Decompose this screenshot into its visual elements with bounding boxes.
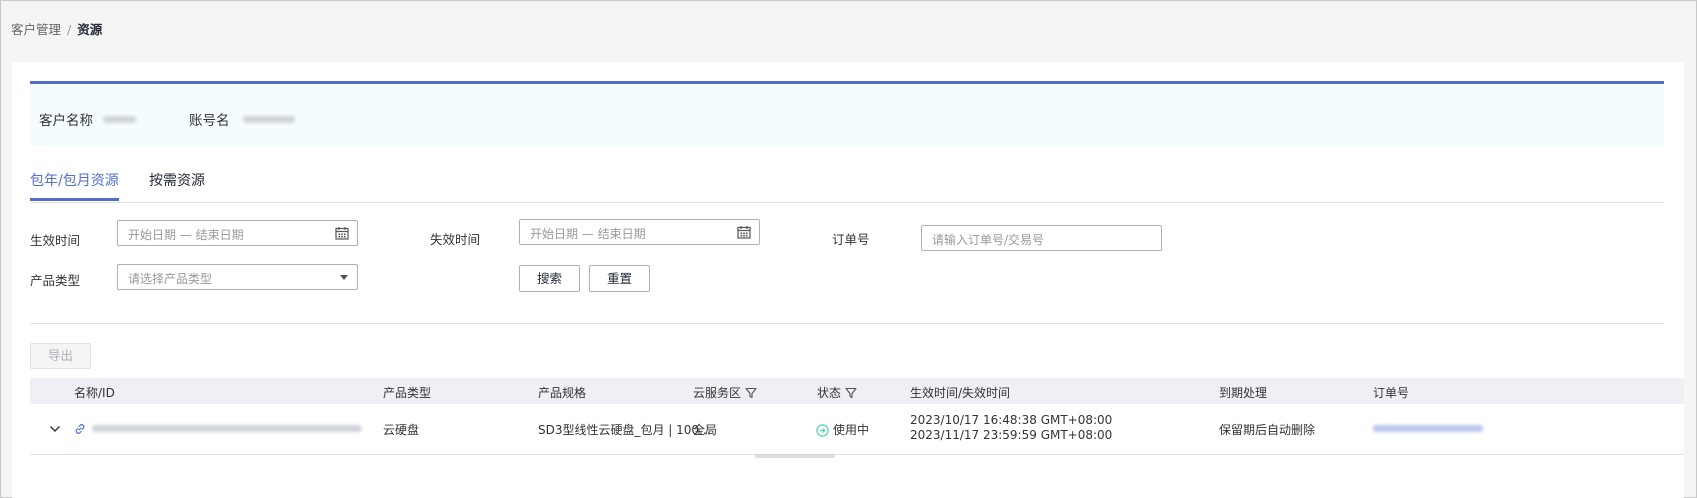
search-button[interactable]: 搜索 xyxy=(519,265,580,292)
account-name-value-redacted xyxy=(243,116,295,123)
link-icon[interactable] xyxy=(73,422,87,436)
tab-yearly-monthly[interactable]: 包年/包月资源 xyxy=(30,170,119,190)
product-type-placeholder: 请选择产品类型 xyxy=(128,272,213,286)
customer-name-label: 客户名称 xyxy=(39,113,93,129)
chevron-down-icon[interactable] xyxy=(49,424,61,434)
cell-region: 全局 xyxy=(693,423,718,437)
breadcrumb: 客户管理 / 资源 xyxy=(11,19,102,38)
column-header-time[interactable]: 生效时间/失效时间 xyxy=(910,384,1010,401)
order-no-input[interactable]: 请输入订单号/交易号 xyxy=(921,225,1162,251)
resource-name-id-redacted[interactable] xyxy=(92,425,362,432)
horizontal-scrollbar[interactable] xyxy=(755,454,835,458)
cell-expiry-action: 保留期后自动删除 xyxy=(1219,423,1316,437)
column-header-expiry-action[interactable]: 到期处理 xyxy=(1219,384,1267,401)
cell-product-type: 云硬盘 xyxy=(383,423,420,437)
resource-tabs: 包年/包月资源 按需资源 xyxy=(30,164,1664,203)
status-text: 使用中 xyxy=(833,423,870,437)
column-header-status-label: 状态 xyxy=(817,386,842,400)
breadcrumb-current: 资源 xyxy=(77,22,103,37)
calendar-icon[interactable] xyxy=(335,226,349,240)
column-header-region-label: 云服务区 xyxy=(693,386,742,400)
column-header-status[interactable]: 状态 xyxy=(817,384,857,401)
tab-on-demand[interactable]: 按需资源 xyxy=(149,170,205,190)
expire-time-placeholder: 开始日期 — 结束日期 xyxy=(530,227,646,241)
table-header: 名称/ID 产品类型 产品规格 云服务区 状态 生效时间/失效时间 到期处理 订… xyxy=(30,378,1684,404)
breadcrumb-separator: / xyxy=(67,22,72,37)
order-no-placeholder: 请输入订单号/交易号 xyxy=(932,233,1045,247)
cell-effective-time: 2023/10/17 16:48:38 GMT+08:00 xyxy=(910,413,1113,427)
status-running-icon xyxy=(816,424,829,437)
product-type-select[interactable]: 请选择产品类型 xyxy=(117,264,358,290)
filter-icon[interactable] xyxy=(845,387,857,399)
column-header-product-spec[interactable]: 产品规格 xyxy=(538,384,586,401)
caret-down-icon xyxy=(340,275,348,280)
customer-name-value-redacted xyxy=(103,116,136,123)
column-header-name-id[interactable]: 名称/ID xyxy=(74,384,115,401)
effective-time-range-picker[interactable]: 开始日期 — 结束日期 xyxy=(117,220,358,246)
order-no-link-redacted[interactable] xyxy=(1373,425,1483,432)
product-type-label: 产品类型 xyxy=(30,273,81,288)
column-header-region[interactable]: 云服务区 xyxy=(693,384,757,401)
column-header-order-no[interactable]: 订单号 xyxy=(1373,384,1409,401)
expire-time-label: 失效时间 xyxy=(430,232,481,247)
active-tab-indicator xyxy=(30,198,119,201)
effective-time-label: 生效时间 xyxy=(30,233,81,248)
resource-card: 客户名称 账号名 包年/包月资源 按需资源 生效时间 开始日期 — 结束日期 失… xyxy=(12,62,1684,498)
customer-info-bar: 客户名称 账号名 xyxy=(30,81,1664,146)
account-name-label: 账号名 xyxy=(189,113,230,129)
calendar-icon[interactable] xyxy=(737,225,751,239)
breadcrumb-parent-link[interactable]: 客户管理 xyxy=(11,22,61,37)
table-row: 云硬盘 SD3型线性云硬盘_包月 | 100... 全局 使用中 2023/10… xyxy=(30,404,1684,455)
cell-product-spec: SD3型线性云硬盘_包月 | 100... xyxy=(538,423,711,437)
filter-divider xyxy=(30,323,1664,324)
filter-icon[interactable] xyxy=(745,387,757,399)
reset-button[interactable]: 重置 xyxy=(589,265,650,292)
order-no-label: 订单号 xyxy=(832,232,870,247)
cell-expire-time: 2023/11/17 23:59:59 GMT+08:00 xyxy=(910,428,1113,442)
export-button[interactable]: 导出 xyxy=(30,343,91,369)
column-header-product-type[interactable]: 产品类型 xyxy=(383,384,431,401)
expire-time-range-picker[interactable]: 开始日期 — 结束日期 xyxy=(519,219,760,245)
cell-status: 使用中 xyxy=(816,421,869,438)
effective-time-placeholder: 开始日期 — 结束日期 xyxy=(128,228,244,242)
